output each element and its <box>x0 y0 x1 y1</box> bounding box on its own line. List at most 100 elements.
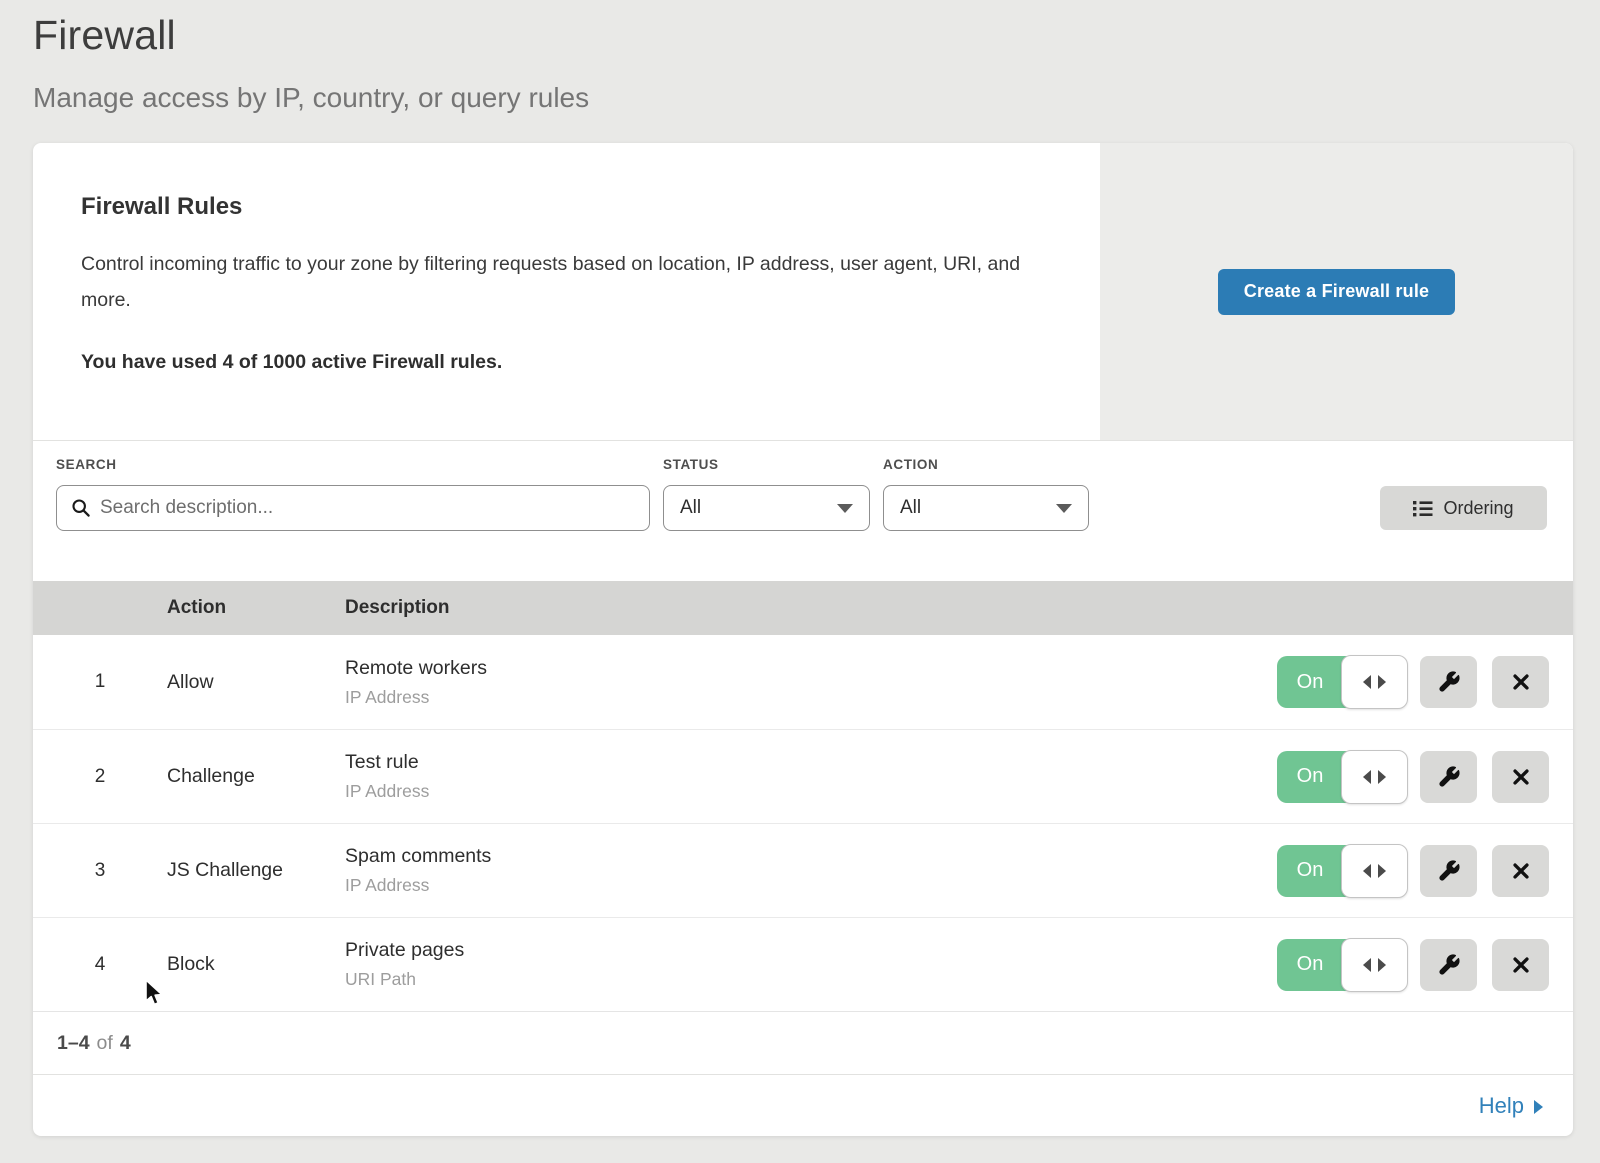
action-column-header: Action <box>167 597 345 619</box>
action-label: ACTION <box>883 457 1089 472</box>
search-input[interactable] <box>100 497 635 519</box>
pagination-total: 4 <box>120 1032 131 1055</box>
rule-controls: On <box>1277 939 1573 991</box>
wrench-icon <box>1437 953 1461 977</box>
edit-rule-button[interactable] <box>1420 656 1477 708</box>
rule-priority: 3 <box>33 860 167 882</box>
toggle-on-label: On <box>1277 751 1343 803</box>
table-row: 1 Allow Remote workers IP Address On <box>33 635 1573 729</box>
chevron-down-icon <box>1056 504 1072 513</box>
arrow-left-icon <box>1363 770 1371 784</box>
rule-description-cell: Private pages URI Path <box>345 939 1277 990</box>
rule-enabled-toggle[interactable]: On <box>1277 656 1407 708</box>
toggle-handle[interactable] <box>1341 750 1408 804</box>
rule-enabled-toggle[interactable]: On <box>1277 751 1407 803</box>
rule-description: Private pages <box>345 939 1277 962</box>
rule-action: Block <box>167 953 345 976</box>
page-header: Firewall Manage access by IP, country, o… <box>0 0 1600 114</box>
search-box <box>56 485 650 531</box>
card-description: Control incoming traffic to your zone by… <box>81 246 1041 318</box>
arrow-left-icon <box>1363 864 1371 878</box>
chevron-down-icon <box>837 504 853 513</box>
action-group: ACTION All <box>883 457 1089 531</box>
description-column-header: Description <box>345 597 1573 619</box>
rule-action: Allow <box>167 671 345 694</box>
filters-bar: SEARCH STATUS All <box>33 441 1573 581</box>
rule-controls: On <box>1277 845 1573 897</box>
edit-rule-button[interactable] <box>1420 751 1477 803</box>
delete-rule-button[interactable] <box>1492 751 1549 803</box>
close-icon <box>1510 671 1532 693</box>
rule-action: Challenge <box>167 765 345 788</box>
list-icon <box>1413 500 1433 517</box>
delete-rule-button[interactable] <box>1492 656 1549 708</box>
rule-enabled-toggle[interactable]: On <box>1277 845 1407 897</box>
toggle-handle[interactable] <box>1341 938 1408 992</box>
edit-rule-button[interactable] <box>1420 845 1477 897</box>
rule-priority: 2 <box>33 766 167 788</box>
rule-controls: On <box>1277 656 1573 708</box>
rule-match-type: URI Path <box>345 969 1277 990</box>
help-link-label: Help <box>1479 1093 1524 1119</box>
close-icon <box>1510 860 1532 882</box>
toggle-handle[interactable] <box>1341 655 1408 709</box>
rule-match-type: IP Address <box>345 687 1277 708</box>
rule-match-type: IP Address <box>345 781 1277 802</box>
rule-enabled-toggle[interactable]: On <box>1277 939 1407 991</box>
wrench-icon <box>1437 670 1461 694</box>
pagination-separator: of <box>97 1032 113 1055</box>
rule-description-cell: Test rule IP Address <box>345 751 1277 802</box>
page-subtitle: Manage access by IP, country, or query r… <box>33 82 1600 114</box>
create-firewall-rule-button[interactable]: Create a Firewall rule <box>1218 269 1455 315</box>
toggle-on-label: On <box>1277 656 1343 708</box>
toggle-handle[interactable] <box>1341 844 1408 898</box>
pagination-range: 1–4 <box>57 1032 90 1055</box>
rule-description-cell: Remote workers IP Address <box>345 657 1277 708</box>
edit-rule-button[interactable] <box>1420 939 1477 991</box>
rule-description: Test rule <box>345 751 1277 774</box>
rule-priority: 4 <box>33 954 167 976</box>
wrench-icon <box>1437 859 1461 883</box>
toggle-on-label: On <box>1277 845 1343 897</box>
wrench-icon <box>1437 765 1461 789</box>
rule-description: Remote workers <box>345 657 1277 680</box>
delete-rule-button[interactable] <box>1492 939 1549 991</box>
pagination: 1–4 of 4 <box>33 1011 1573 1074</box>
help-link[interactable]: Help <box>1479 1093 1543 1119</box>
arrow-left-icon <box>1363 675 1371 689</box>
search-group: SEARCH <box>56 457 650 531</box>
rule-description-cell: Spam comments IP Address <box>345 845 1277 896</box>
usage-note: You have used 4 of 1000 active Firewall … <box>81 351 1060 374</box>
firewall-page: Firewall Manage access by IP, country, o… <box>0 0 1600 1163</box>
status-select[interactable]: All <box>663 485 870 531</box>
rule-controls: On <box>1277 751 1573 803</box>
status-label: STATUS <box>663 457 870 472</box>
delete-rule-button[interactable] <box>1492 845 1549 897</box>
card-heading: Firewall Rules <box>81 193 1060 221</box>
action-select[interactable]: All <box>883 485 1089 531</box>
rule-action: JS Challenge <box>167 859 345 882</box>
ordering-button-label: Ordering <box>1443 498 1513 519</box>
overview-text-block: Firewall Rules Control incoming traffic … <box>33 143 1100 440</box>
rule-match-type: IP Address <box>345 875 1277 896</box>
rule-description: Spam comments <box>345 845 1277 868</box>
arrow-right-icon <box>1534 1100 1543 1114</box>
table-row: 2 Challenge Test rule IP Address On <box>33 729 1573 823</box>
arrow-left-icon <box>1363 958 1371 972</box>
action-selected-value: All <box>900 497 921 519</box>
firewall-rules-card: Firewall Rules Control incoming traffic … <box>33 143 1573 1136</box>
close-icon <box>1510 954 1532 976</box>
status-selected-value: All <box>680 497 701 519</box>
toggle-on-label: On <box>1277 939 1343 991</box>
ordering-button[interactable]: Ordering <box>1380 486 1547 530</box>
rule-priority: 1 <box>33 671 167 693</box>
arrow-right-icon <box>1378 770 1386 784</box>
mouse-cursor <box>143 978 169 1008</box>
close-icon <box>1510 766 1532 788</box>
search-label: SEARCH <box>56 457 650 472</box>
page-title: Firewall <box>33 8 1600 62</box>
table-row: 3 JS Challenge Spam comments IP Address … <box>33 823 1573 917</box>
arrow-right-icon <box>1378 675 1386 689</box>
arrow-right-icon <box>1378 958 1386 972</box>
table-header: Action Description <box>33 581 1573 635</box>
